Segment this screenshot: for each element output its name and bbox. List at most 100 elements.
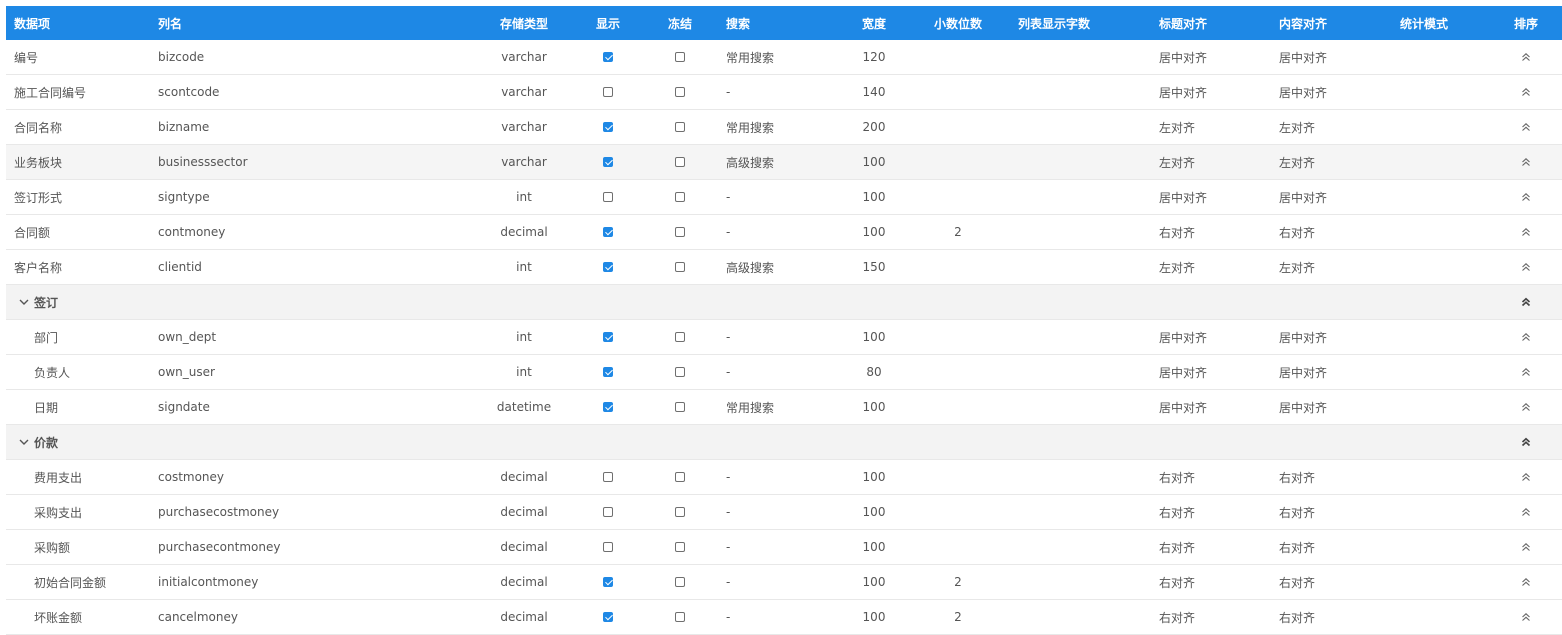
search-mode[interactable]: -: [726, 460, 730, 494]
content-align[interactable]: 右对齐: [1279, 530, 1315, 564]
header-decimals[interactable]: 小数位数: [926, 6, 990, 40]
freeze-checkbox[interactable]: [675, 472, 685, 482]
group-toggle[interactable]: 价款: [18, 425, 58, 459]
content-align[interactable]: 居中对齐: [1279, 75, 1327, 109]
sort-up-icon[interactable]: [1520, 261, 1532, 273]
title-align[interactable]: 右对齐: [1159, 600, 1195, 634]
sort-up-icon[interactable]: [1520, 541, 1532, 553]
column-width[interactable]: 100: [842, 530, 906, 564]
field-row[interactable]: 签订形式 signtype int - 100 居中对齐 居中对齐: [6, 180, 1562, 215]
display-chars[interactable]: [1010, 145, 1098, 179]
content-align[interactable]: 右对齐: [1279, 600, 1315, 634]
decimal-places[interactable]: [926, 495, 990, 529]
stat-mode[interactable]: [1386, 320, 1462, 354]
column-width[interactable]: 100: [842, 495, 906, 529]
header-content-align[interactable]: 内容对齐: [1279, 6, 1327, 40]
field-row[interactable]: 负责人 own_user int - 80 居中对齐 居中对齐: [6, 355, 1562, 390]
decimal-places[interactable]: [926, 110, 990, 144]
title-align[interactable]: 居中对齐: [1159, 355, 1207, 389]
content-align[interactable]: 右对齐: [1279, 495, 1315, 529]
display-chars[interactable]: [1010, 495, 1098, 529]
stat-mode[interactable]: [1386, 565, 1462, 599]
search-mode[interactable]: 常用搜索: [726, 390, 774, 424]
show-checkbox[interactable]: [603, 332, 613, 342]
show-checkbox[interactable]: [603, 227, 613, 237]
field-row[interactable]: 编号 bizcode varchar 常用搜索 120 居中对齐 居中对齐: [6, 40, 1562, 75]
sort-up-icon[interactable]: [1520, 86, 1532, 98]
freeze-checkbox[interactable]: [675, 367, 685, 377]
search-mode[interactable]: -: [726, 600, 730, 634]
title-align[interactable]: 右对齐: [1159, 565, 1195, 599]
header-width[interactable]: 宽度: [842, 6, 906, 40]
column-width[interactable]: 100: [842, 180, 906, 214]
header-item[interactable]: 数据项: [14, 6, 50, 40]
header-freeze[interactable]: 冻结: [656, 6, 704, 40]
column-width[interactable]: 100: [842, 460, 906, 494]
show-checkbox[interactable]: [603, 87, 613, 97]
display-chars[interactable]: [1010, 180, 1098, 214]
show-checkbox[interactable]: [603, 157, 613, 167]
stat-mode[interactable]: [1386, 145, 1462, 179]
sort-up-icon[interactable]: [1520, 576, 1532, 588]
field-row[interactable]: 采购额 purchasecontmoney decimal - 100 右对齐 右对齐: [6, 530, 1562, 565]
chevron-down-icon[interactable]: [18, 296, 30, 308]
content-align[interactable]: 左对齐: [1279, 145, 1315, 179]
header-chars[interactable]: 列表显示字数: [1010, 6, 1098, 40]
stat-mode[interactable]: [1386, 390, 1462, 424]
column-width[interactable]: 150: [842, 250, 906, 284]
content-align[interactable]: 左对齐: [1279, 110, 1315, 144]
freeze-checkbox[interactable]: [675, 122, 685, 132]
sort-up-icon[interactable]: [1520, 156, 1532, 168]
sort-up-icon[interactable]: [1520, 471, 1532, 483]
search-mode[interactable]: 常用搜索: [726, 40, 774, 74]
title-align[interactable]: 居中对齐: [1159, 320, 1207, 354]
header-sort[interactable]: 排序: [1506, 6, 1546, 40]
stat-mode[interactable]: [1386, 460, 1462, 494]
title-align[interactable]: 左对齐: [1159, 145, 1195, 179]
header-title-align[interactable]: 标题对齐: [1159, 6, 1207, 40]
show-checkbox[interactable]: [603, 262, 613, 272]
column-width[interactable]: 100: [842, 145, 906, 179]
content-align[interactable]: 左对齐: [1279, 250, 1315, 284]
display-chars[interactable]: [1010, 600, 1098, 634]
sort-up-icon[interactable]: [1520, 296, 1532, 308]
title-align[interactable]: 居中对齐: [1159, 390, 1207, 424]
display-chars[interactable]: [1010, 460, 1098, 494]
show-checkbox[interactable]: [603, 542, 613, 552]
show-checkbox[interactable]: [603, 192, 613, 202]
column-width[interactable]: 100: [842, 320, 906, 354]
field-row[interactable]: 采购支出 purchasecostmoney decimal - 100 右对齐 右对齐: [6, 495, 1562, 530]
search-mode[interactable]: 高级搜索: [726, 250, 774, 284]
stat-mode[interactable]: [1386, 75, 1462, 109]
freeze-checkbox[interactable]: [675, 52, 685, 62]
freeze-checkbox[interactable]: [675, 227, 685, 237]
stat-mode[interactable]: [1386, 215, 1462, 249]
content-align[interactable]: 右对齐: [1279, 565, 1315, 599]
column-width[interactable]: 80: [842, 355, 906, 389]
freeze-checkbox[interactable]: [675, 577, 685, 587]
header-show[interactable]: 显示: [586, 6, 630, 40]
content-align[interactable]: 居中对齐: [1279, 40, 1327, 74]
freeze-checkbox[interactable]: [675, 507, 685, 517]
search-mode[interactable]: -: [726, 565, 730, 599]
stat-mode[interactable]: [1386, 495, 1462, 529]
field-row[interactable]: 部门 own_dept int - 100 居中对齐 居中对齐: [6, 320, 1562, 355]
decimal-places[interactable]: [926, 75, 990, 109]
decimal-places[interactable]: [926, 250, 990, 284]
field-row[interactable]: 合同名称 bizname varchar 常用搜索 200 左对齐 左对齐: [6, 110, 1562, 145]
field-row[interactable]: 业务板块 businesssector varchar 高级搜索 100 左对齐 左对齐: [6, 145, 1562, 180]
group-row[interactable]: 价款: [6, 425, 1562, 460]
stat-mode[interactable]: [1386, 40, 1462, 74]
display-chars[interactable]: [1010, 390, 1098, 424]
sort-up-icon[interactable]: [1520, 121, 1532, 133]
sort-up-icon[interactable]: [1520, 366, 1532, 378]
decimal-places[interactable]: [926, 460, 990, 494]
sort-up-icon[interactable]: [1520, 506, 1532, 518]
show-checkbox[interactable]: [603, 612, 613, 622]
freeze-checkbox[interactable]: [675, 332, 685, 342]
header-stat-mode[interactable]: 统计模式: [1386, 6, 1462, 40]
search-mode[interactable]: 高级搜索: [726, 145, 774, 179]
sort-up-icon[interactable]: [1520, 401, 1532, 413]
show-checkbox[interactable]: [603, 402, 613, 412]
display-chars[interactable]: [1010, 320, 1098, 354]
